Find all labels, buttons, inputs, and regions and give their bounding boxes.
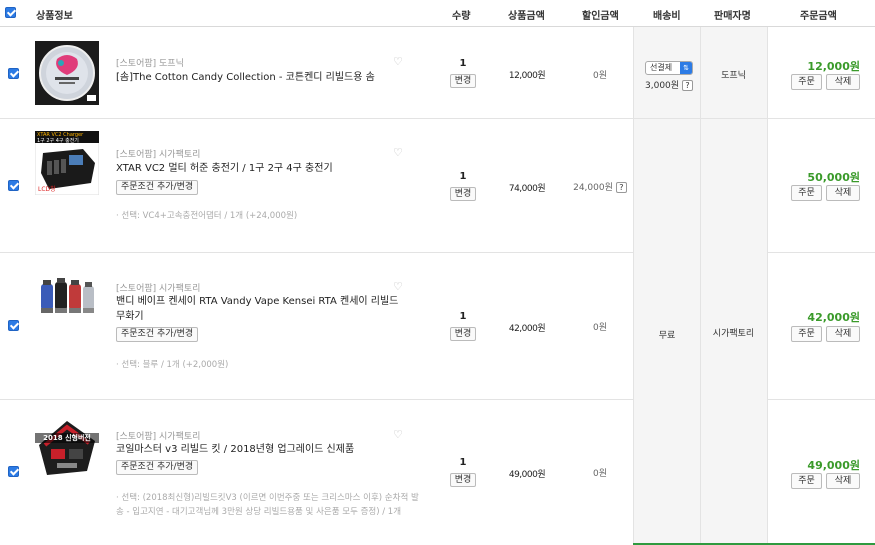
shipping-fee-line: 3,000원? [645, 78, 694, 91]
item-price: 49,000원 [508, 470, 546, 480]
product-thumbnail[interactable] [35, 41, 99, 105]
delete-button[interactable]: 삭제 [826, 74, 860, 90]
thumb-caption: 1구 2구 4구 충전기 [37, 138, 79, 144]
thumb-caption: LCD창 [38, 186, 56, 193]
heart-icon[interactable]: ♡ [393, 280, 403, 293]
heart-icon[interactable]: ♡ [393, 146, 403, 159]
qty-value: 1 [459, 311, 467, 322]
add-option-button[interactable]: 주문조건 추가/변경 [116, 460, 199, 475]
row-divider [767, 252, 875, 253]
order-button[interactable]: 주문 [791, 74, 822, 90]
item-price: 12,000원 [508, 71, 546, 81]
help-icon[interactable]: ? [615, 182, 627, 193]
product-name[interactable]: 밴디 베이프 켄세이 RTA Vandy Vape Kensei RTA 켄세이… [116, 294, 401, 324]
shipping-free: 무료 [658, 331, 676, 341]
select-value: 선결제 [650, 63, 673, 72]
item-discount: 0원 [592, 323, 607, 333]
chevron-updown-icon: ⇅ [680, 62, 692, 74]
product-name[interactable]: XTAR VC2 멀티 허준 충전기 / 1구 2구 4구 충전기 [116, 161, 401, 176]
item-checkbox[interactable] [8, 466, 19, 477]
selected-option: · 선택: (2018최신형)리빌드킷V3 (이르면 이번주중 또는 크리스마스… [116, 493, 419, 517]
store-name[interactable]: [스토어팜] 도프닉 [116, 56, 184, 69]
qty-value: 1 [459, 457, 467, 468]
item-price: 42,000원 [508, 324, 546, 334]
item-checkbox[interactable] [8, 180, 19, 191]
order-button[interactable]: 주문 [791, 185, 822, 201]
row-divider [0, 399, 633, 400]
shipping-fee: 3,000원 [645, 81, 680, 91]
order-total: 12,000원 [807, 60, 860, 73]
item-discount-line: 24,000원? [568, 180, 632, 193]
product-name[interactable]: [솜]The Cotton Candy Collection - 코튼켄디 리빌… [116, 70, 401, 85]
seller-name[interactable]: 도프닉 [700, 68, 767, 81]
item-discount: 0원 [592, 469, 607, 479]
change-qty-button[interactable]: 변경 [450, 327, 476, 341]
delete-button[interactable]: 삭제 [826, 185, 860, 201]
product-name[interactable]: 코일마스터 v3 리빌드 킷 / 2018년형 업그레이드 신제품 [116, 442, 401, 457]
product-thumbnail[interactable] [35, 268, 99, 332]
item-discount: 0원 [592, 71, 607, 81]
order-button[interactable]: 주문 [791, 473, 822, 489]
cotton-candy-image-icon [35, 41, 99, 105]
help-icon[interactable]: ? [682, 80, 694, 91]
order-total: 42,000원 [807, 311, 860, 324]
row-divider [0, 118, 875, 119]
delete-button[interactable]: 삭제 [826, 326, 860, 342]
selected-option: · 선택: 블루 / 1개 (+2,000원) [116, 360, 229, 370]
table-header: 상품정보 수량 상품금액 할인금액 배송비 판매자명 주문금액 [0, 0, 875, 27]
column-divider [633, 27, 634, 545]
row-divider [0, 252, 633, 253]
store-name[interactable]: [스토어팜] 시가팩토리 [116, 281, 200, 294]
heart-icon[interactable]: ♡ [393, 428, 403, 441]
add-option-button[interactable]: 주문조건 추가/변경 [116, 327, 199, 342]
header-seller: 판매자명 [714, 11, 751, 22]
product-thumbnail[interactable]: XTAR VC2 Charger 1구 2구 4구 충전기 LCD창 [34, 130, 100, 196]
qty-value: 1 [459, 58, 467, 69]
change-qty-button[interactable]: 변경 [450, 473, 476, 487]
item-discount: 24,000원 [573, 183, 613, 193]
select-all-checkbox[interactable] [5, 7, 16, 18]
column-divider [700, 27, 701, 545]
heart-icon[interactable]: ♡ [393, 55, 403, 68]
product-thumbnail[interactable]: 2018 신형버전 [35, 415, 99, 479]
atomizer-image-icon [35, 268, 99, 332]
selected-option: · 선택: VC4+고속충전어댑터 / 1개 (+24,000원) [116, 211, 298, 221]
shipping-payment-select[interactable]: 선결제 ⇅ [645, 61, 693, 75]
item-price: 74,000원 [508, 184, 546, 194]
change-qty-button[interactable]: 변경 [450, 187, 476, 201]
store-name[interactable]: [스토어팜] 시가팩토리 [116, 147, 200, 160]
order-total: 50,000원 [807, 171, 860, 184]
qty-value: 1 [459, 171, 467, 182]
add-option-button[interactable]: 주문조건 추가/변경 [116, 180, 199, 195]
header-discount: 할인금액 [582, 11, 619, 22]
header-qty: 수량 [452, 11, 471, 22]
delete-button[interactable]: 삭제 [826, 473, 860, 489]
item-checkbox[interactable] [8, 320, 19, 331]
header-shipping: 배송비 [653, 11, 681, 22]
order-button[interactable]: 주문 [791, 326, 822, 342]
item-checkbox[interactable] [8, 68, 19, 79]
seller-name[interactable]: 시가팩토리 [700, 326, 767, 339]
row-divider [767, 399, 875, 400]
rebuild-kit-image-icon [35, 415, 99, 479]
header-price: 상품금액 [508, 11, 545, 22]
store-name[interactable]: [스토어팜] 시가팩토리 [116, 429, 200, 442]
change-qty-button[interactable]: 변경 [450, 74, 476, 88]
header-product-info: 상품정보 [36, 11, 73, 22]
header-order-total: 주문금액 [800, 11, 837, 22]
thumb-caption: 2018 신형버전 [35, 433, 99, 443]
order-total: 49,000원 [807, 459, 860, 472]
